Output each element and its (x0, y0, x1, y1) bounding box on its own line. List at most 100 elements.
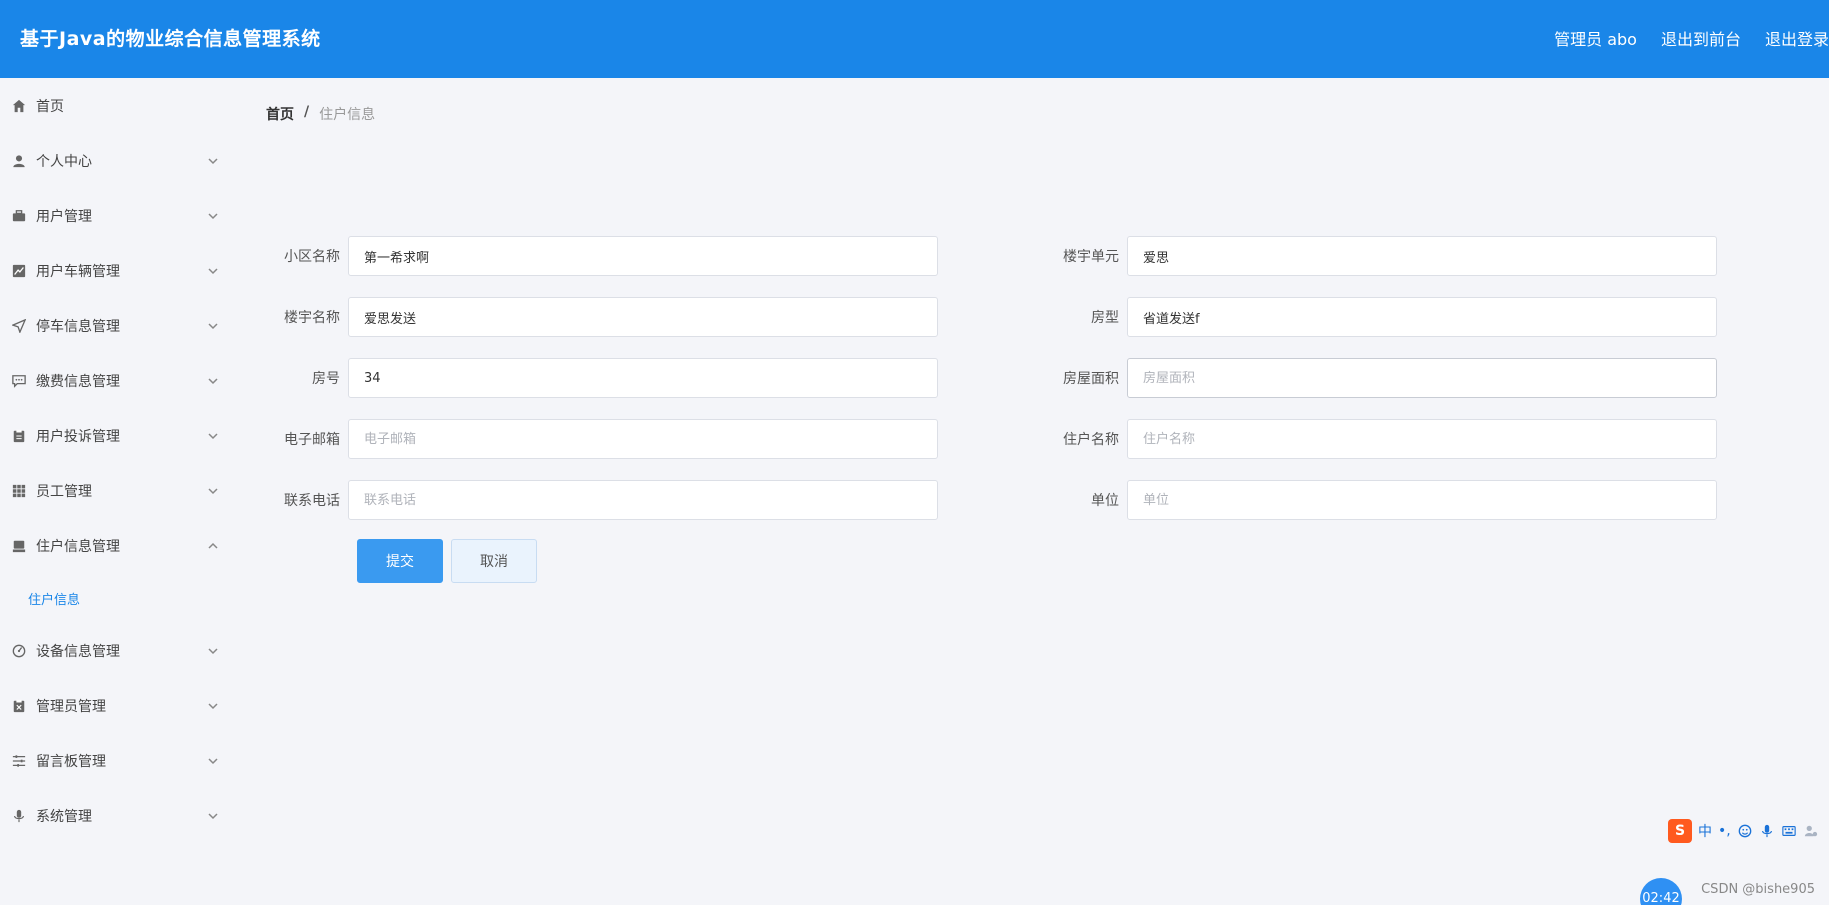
breadcrumb-home[interactable]: 首页 (266, 104, 294, 124)
chevron-down-icon (208, 486, 218, 496)
sidebar-item-label: 用户投诉管理 (36, 428, 120, 445)
close-square-icon (12, 699, 26, 713)
watermark: CSDN @bishe905 (1701, 882, 1815, 897)
phone-input[interactable] (348, 480, 938, 520)
submit-button[interactable]: 提交 (357, 539, 443, 583)
chevron-down-icon (208, 156, 218, 166)
home-icon (12, 99, 26, 113)
ime-mode-label[interactable]: 中 (1698, 821, 1712, 841)
building-unit-label: 楼宇单元 (1063, 249, 1119, 265)
sidebar-item-user-management[interactable]: 用户管理 (0, 188, 232, 243)
unit-input[interactable] (1127, 480, 1717, 520)
sidebar-item-label: 个人中心 (36, 153, 92, 170)
sidebar-item-label: 留言板管理 (36, 753, 106, 770)
chart-icon (12, 264, 26, 278)
room-type-input[interactable] (1127, 297, 1717, 337)
goto-front-link[interactable]: 退出到前台 (1661, 26, 1741, 50)
email-field: 电子邮箱 (266, 419, 938, 459)
sliders-icon (12, 754, 26, 768)
sidebar-item-resident-management[interactable]: 住户信息管理 (0, 518, 232, 573)
email-input[interactable] (348, 419, 938, 459)
ime-toolbar: S 中 •, (1668, 818, 1829, 844)
gauge-icon (12, 644, 26, 658)
room-area-field: 房屋面积 (1045, 358, 1717, 398)
logout-link[interactable]: 退出登录 (1765, 26, 1829, 50)
building-name-field: 楼宇名称 (266, 297, 938, 337)
keyboard-icon[interactable] (1781, 823, 1797, 839)
chevron-down-icon (208, 321, 218, 331)
resident-name-input[interactable] (1127, 419, 1717, 459)
chevron-down-icon (208, 376, 218, 386)
sidebar-item-label: 用户车辆管理 (36, 263, 120, 280)
community-name-input[interactable] (348, 236, 938, 276)
chevron-down-icon (208, 701, 218, 711)
room-type-field: 房型 (1045, 297, 1717, 337)
room-number-label: 房号 (312, 371, 340, 387)
email-label: 电子邮箱 (284, 432, 340, 448)
sidebar-item-admin-management[interactable]: 管理员管理 (0, 678, 232, 733)
app-title: 基于Java的物业综合信息管理系统 (20, 28, 321, 50)
top-header: 基于Java的物业综合信息管理系统 管理员 abo 退出到前台 退出登录 (0, 0, 1829, 78)
chevron-down-icon (208, 756, 218, 766)
chevron-down-icon (208, 211, 218, 221)
user-settings-icon[interactable] (1803, 823, 1819, 839)
breadcrumb-current: 住户信息 (319, 107, 376, 123)
message-icon (12, 374, 26, 388)
sidebar-item-label: 住户信息管理 (36, 538, 120, 555)
sidebar-item-label: 系统管理 (36, 808, 92, 825)
building-unit-input[interactable] (1127, 236, 1717, 276)
resident-name-field: 住户名称 (1045, 419, 1717, 459)
sidebar-item-complaint-management[interactable]: 用户投诉管理 (0, 408, 232, 463)
sidebar-item-label: 停车信息管理 (36, 318, 120, 335)
unit-label: 单位 (1091, 493, 1119, 509)
chevron-down-icon (208, 431, 218, 441)
current-user-label[interactable]: 管理员 abo (1554, 26, 1637, 50)
sidebar-item-personal-center[interactable]: 个人中心 (0, 133, 232, 188)
emoji-icon[interactable] (1737, 823, 1753, 839)
community-name-field: 小区名称 (266, 236, 938, 276)
phone-field: 联系电话 (266, 480, 938, 520)
sidebar-item-parking-management[interactable]: 停车信息管理 (0, 298, 232, 353)
sidebar-item-system-management[interactable]: 系统管理 (0, 788, 232, 843)
submenu-item-resident-info[interactable]: 住户信息 (0, 573, 232, 623)
user-icon (12, 154, 26, 168)
sidebar-item-home[interactable]: 首页 (0, 78, 232, 133)
unit-field: 单位 (1045, 480, 1717, 520)
chevron-up-icon (208, 541, 218, 551)
room-area-label: 房屋面积 (1063, 371, 1119, 387)
sidebar-item-label: 设备信息管理 (36, 643, 120, 660)
briefcase-icon (12, 209, 26, 223)
sidebar-item-staff-management[interactable]: 员工管理 (0, 463, 232, 518)
sidebar-item-label: 用户管理 (36, 208, 92, 225)
breadcrumb-separator: / (304, 104, 310, 120)
building-name-label: 楼宇名称 (284, 310, 340, 326)
sidebar-item-label: 管理员管理 (36, 698, 106, 715)
sidebar-item-label: 缴费信息管理 (36, 373, 120, 390)
sidebar-item-message-board[interactable]: 留言板管理 (0, 733, 232, 788)
sidebar-item-vehicle-management[interactable]: 用户车辆管理 (0, 243, 232, 298)
room-area-input[interactable] (1127, 358, 1717, 398)
mic-icon[interactable] (1759, 823, 1775, 839)
resident-form: 小区名称 楼宇名称 房号 电子邮箱 联系电话 楼宇单元 房型 房屋 (266, 140, 1829, 583)
phone-label: 联系电话 (284, 493, 340, 509)
sidebar: 首页 个人中心 用户管理 用户车辆管理 停车信息管理 缴费信息管理 用户投诉管理… (0, 78, 232, 905)
grid-icon (12, 484, 26, 498)
building-unit-field: 楼宇单元 (1045, 236, 1717, 276)
chevron-down-icon (208, 266, 218, 276)
sogou-logo-icon[interactable]: S (1668, 819, 1692, 843)
community-name-label: 小区名称 (284, 249, 340, 265)
breadcrumb: 首页 / 住户信息 (266, 104, 375, 124)
sidebar-item-payment-management[interactable]: 缴费信息管理 (0, 353, 232, 408)
room-number-input[interactable] (348, 358, 938, 398)
chevron-down-icon (208, 811, 218, 821)
sidebar-item-label: 首页 (36, 98, 64, 115)
sidebar-item-equipment-management[interactable]: 设备信息管理 (0, 623, 232, 678)
chevron-down-icon (208, 646, 218, 656)
room-type-label: 房型 (1091, 310, 1119, 326)
cancel-button[interactable]: 取消 (451, 539, 537, 583)
building-name-input[interactable] (348, 297, 938, 337)
stamp-icon (12, 539, 26, 553)
resident-name-label: 住户名称 (1063, 432, 1119, 448)
main-content: 首页 / 住户信息 小区名称 楼宇名称 房号 电子邮箱 联系电话 楼宇单元 (232, 78, 1829, 905)
ime-punctuation-label[interactable]: •, (1718, 823, 1731, 839)
